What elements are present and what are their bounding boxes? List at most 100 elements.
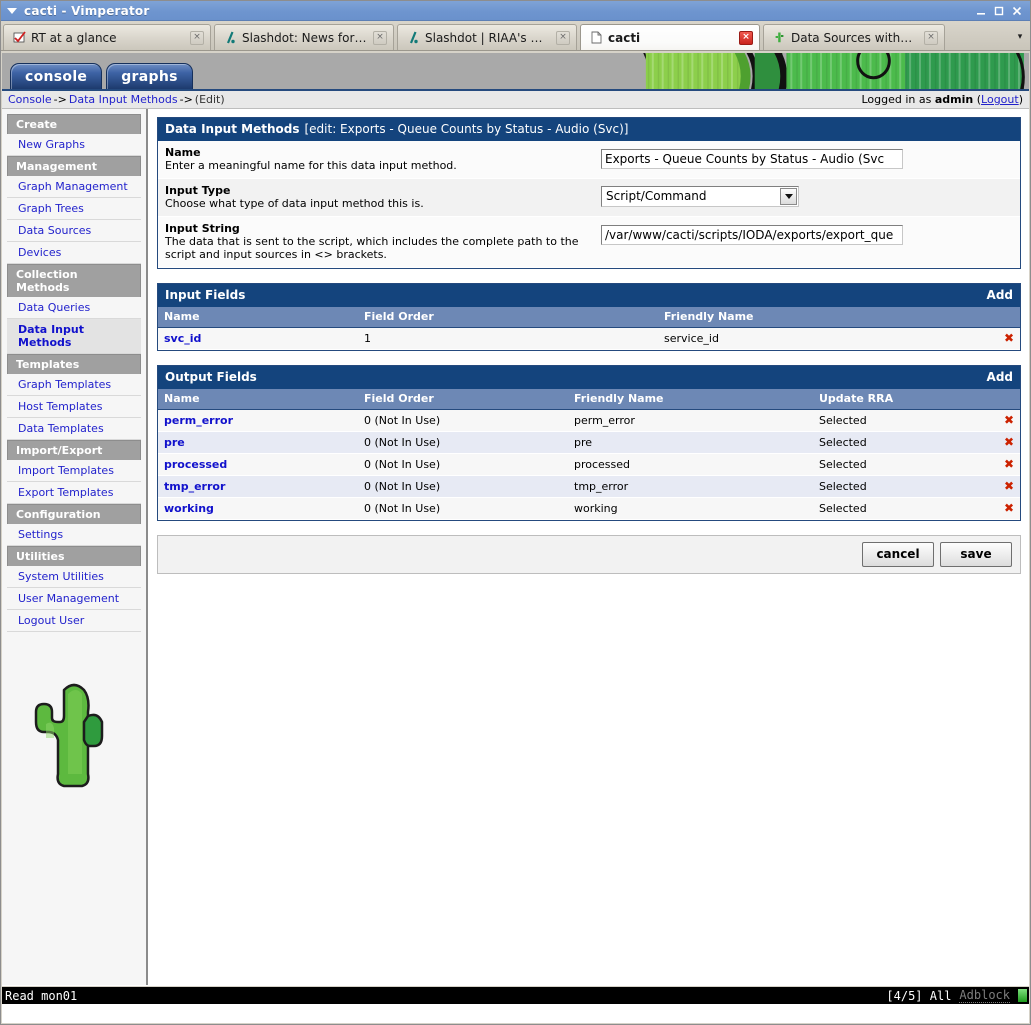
sidebar-heading-utilities: Utilities xyxy=(7,546,141,566)
form-row-name: Name Enter a meaningful name for this da… xyxy=(158,141,1020,179)
sidebar-heading-templates: Templates xyxy=(7,354,141,374)
sidebar-item-devices[interactable]: Devices xyxy=(7,242,141,264)
sidebar-item-graph-management[interactable]: Graph Management xyxy=(7,176,141,198)
browser-tab-rt-at-a-glance[interactable]: RT at a glance × xyxy=(3,24,211,50)
delete-icon[interactable]: ✖ xyxy=(1004,435,1014,449)
input-fields-header: Input Fields Add xyxy=(158,284,1020,307)
page-body: Create New Graphs Management Graph Manag… xyxy=(2,109,1029,985)
form-row-input-type: Input Type Choose what type of data inpu… xyxy=(158,178,1020,217)
chevron-down-icon[interactable] xyxy=(780,187,797,205)
breadcrumb-item-data-input-methods[interactable]: Data Input Methods xyxy=(69,93,178,106)
form-label-name: Name xyxy=(165,146,201,159)
input-fields-add-link[interactable]: Add xyxy=(987,288,1013,302)
browser-tab-label: Data Sources withou... xyxy=(791,30,918,45)
close-button[interactable] xyxy=(1008,2,1026,20)
sidebar-heading-collection-methods: Collection Methods xyxy=(7,264,141,297)
output-field-rra-cell: Selected xyxy=(813,497,998,520)
column-header-friendly-name[interactable]: Friendly Name xyxy=(658,307,998,328)
output-field-rra-cell: Selected xyxy=(813,431,998,454)
browser-tab-close-icon[interactable]: × xyxy=(190,30,204,45)
browser-tab-data-sources[interactable]: Data Sources withou... × xyxy=(763,24,945,50)
sidebar-item-user-management[interactable]: User Management xyxy=(7,588,141,610)
cancel-button[interactable]: cancel xyxy=(862,542,934,567)
output-field-rra-cell: Selected xyxy=(813,475,998,498)
table-row[interactable]: tmp_error 0 (Not In Use) tmp_error Selec… xyxy=(158,475,1020,498)
sidebar-item-settings[interactable]: Settings xyxy=(7,524,141,546)
output-field-name-cell: processed xyxy=(158,453,358,476)
sidebar-item-new-graphs[interactable]: New Graphs xyxy=(7,134,141,156)
sidebar-item-data-queries[interactable]: Data Queries xyxy=(7,297,141,319)
cacti-top-tabs: console graphs xyxy=(10,63,193,89)
table-row[interactable]: perm_error 0 (Not In Use) perm_error Sel… xyxy=(158,409,1020,432)
sidebar-item-logout-user[interactable]: Logout User xyxy=(7,610,141,632)
cacti-tab-graphs[interactable]: graphs xyxy=(106,63,193,89)
sidebar-item-host-templates[interactable]: Host Templates xyxy=(7,396,141,418)
delete-cell: ✖ xyxy=(997,431,1020,454)
save-button[interactable]: save xyxy=(940,542,1012,567)
column-header-update-rra[interactable]: Update RRA xyxy=(813,389,998,410)
window-menu-icon[interactable] xyxy=(7,7,17,14)
sidebar-item-data-sources[interactable]: Data Sources xyxy=(7,220,141,242)
column-header-field-order[interactable]: Field Order xyxy=(358,389,568,410)
input-type-select[interactable]: Script/Command xyxy=(601,185,799,207)
table-row[interactable]: pre 0 (Not In Use) pre Selected ✖ xyxy=(158,431,1020,454)
browser-tab-slashdot-news[interactable]: Slashdot: News for n... × xyxy=(214,24,394,50)
output-field-order-cell: 0 (Not In Use) xyxy=(358,475,568,498)
browser-tab-cacti[interactable]: cacti × xyxy=(580,24,760,50)
browser-tab-close-icon[interactable]: × xyxy=(373,30,387,45)
output-field-link[interactable]: pre xyxy=(164,436,185,449)
input-field-link[interactable]: svc_id xyxy=(164,332,201,345)
breadcrumb-item-console[interactable]: Console xyxy=(8,93,52,106)
output-field-link[interactable]: working xyxy=(164,502,214,515)
output-field-link[interactable]: perm_error xyxy=(164,414,233,427)
sidebar-item-system-utilities[interactable]: System Utilities xyxy=(7,566,141,588)
delete-icon[interactable]: ✖ xyxy=(1004,501,1014,515)
column-header-name[interactable]: Name xyxy=(158,307,358,328)
browser-tab-slashdot-riaa[interactable]: Slashdot | RIAA's Bos... × xyxy=(397,24,577,50)
column-header-field-order[interactable]: Field Order xyxy=(358,307,658,328)
output-field-name-cell: pre xyxy=(158,431,358,454)
input-fields-panel: Input Fields Add Name Field Order Friend… xyxy=(157,283,1021,351)
form-label-input-string: Input String xyxy=(165,221,240,235)
sidebar-item-graph-trees[interactable]: Graph Trees xyxy=(7,198,141,220)
delete-icon[interactable]: ✖ xyxy=(1004,479,1014,493)
table-row[interactable]: svc_id 1 service_id ✖ xyxy=(158,327,1020,350)
name-input[interactable] xyxy=(601,149,903,169)
adblock-status-label[interactable]: Adblock xyxy=(959,988,1010,1003)
sidebar-item-import-templates[interactable]: Import Templates xyxy=(7,460,141,482)
delete-icon[interactable]: ✖ xyxy=(1004,331,1014,345)
browser-tab-close-icon[interactable]: × xyxy=(556,30,570,45)
sidebar-item-data-input-methods[interactable]: Data Input Methods xyxy=(7,319,141,354)
adblock-indicator-icon[interactable] xyxy=(1018,989,1027,1002)
vimperator-command-line[interactable] xyxy=(2,1004,1029,1023)
sidebar: Create New Graphs Management Graph Manag… xyxy=(2,109,148,985)
column-header-name[interactable]: Name xyxy=(158,389,358,410)
sidebar-heading-management: Management xyxy=(7,156,141,176)
login-prefix: Logged in as xyxy=(861,93,932,106)
tab-list-dropdown-icon[interactable]: ▾ xyxy=(1012,28,1028,46)
maximize-button[interactable] xyxy=(990,2,1008,20)
output-field-name-cell: tmp_error xyxy=(158,475,358,498)
input-string-input[interactable] xyxy=(601,224,903,245)
browser-tab-close-icon[interactable]: × xyxy=(739,30,753,45)
output-field-link[interactable]: tmp_error xyxy=(164,480,225,493)
sidebar-item-graph-templates[interactable]: Graph Templates xyxy=(7,374,141,396)
sidebar-item-export-templates[interactable]: Export Templates xyxy=(7,482,141,504)
cacti-tab-console[interactable]: console xyxy=(10,63,103,89)
output-fields-add-link[interactable]: Add xyxy=(987,370,1013,384)
logout-link[interactable]: Logout xyxy=(981,93,1019,106)
delete-icon[interactable]: ✖ xyxy=(1004,457,1014,471)
minimize-button[interactable] xyxy=(972,2,990,20)
column-header-friendly-name[interactable]: Friendly Name xyxy=(568,389,813,410)
table-row[interactable]: working 0 (Not In Use) working Selected … xyxy=(158,497,1020,520)
browser-window: cacti - Vimperator RT at a glance × Slas… xyxy=(0,0,1031,1025)
output-field-order-cell: 0 (Not In Use) xyxy=(358,409,568,432)
table-row[interactable]: processed 0 (Not In Use) processed Selec… xyxy=(158,453,1020,476)
output-fields-table: Name Field Order Friendly Name Update RR… xyxy=(158,389,1020,520)
sidebar-item-data-templates[interactable]: Data Templates xyxy=(7,418,141,440)
browser-tab-close-icon[interactable]: × xyxy=(924,30,938,45)
delete-cell: ✖ xyxy=(997,327,1020,350)
output-field-friendly-cell: perm_error xyxy=(568,409,813,432)
delete-icon[interactable]: ✖ xyxy=(1004,413,1014,427)
output-field-link[interactable]: processed xyxy=(164,458,227,471)
